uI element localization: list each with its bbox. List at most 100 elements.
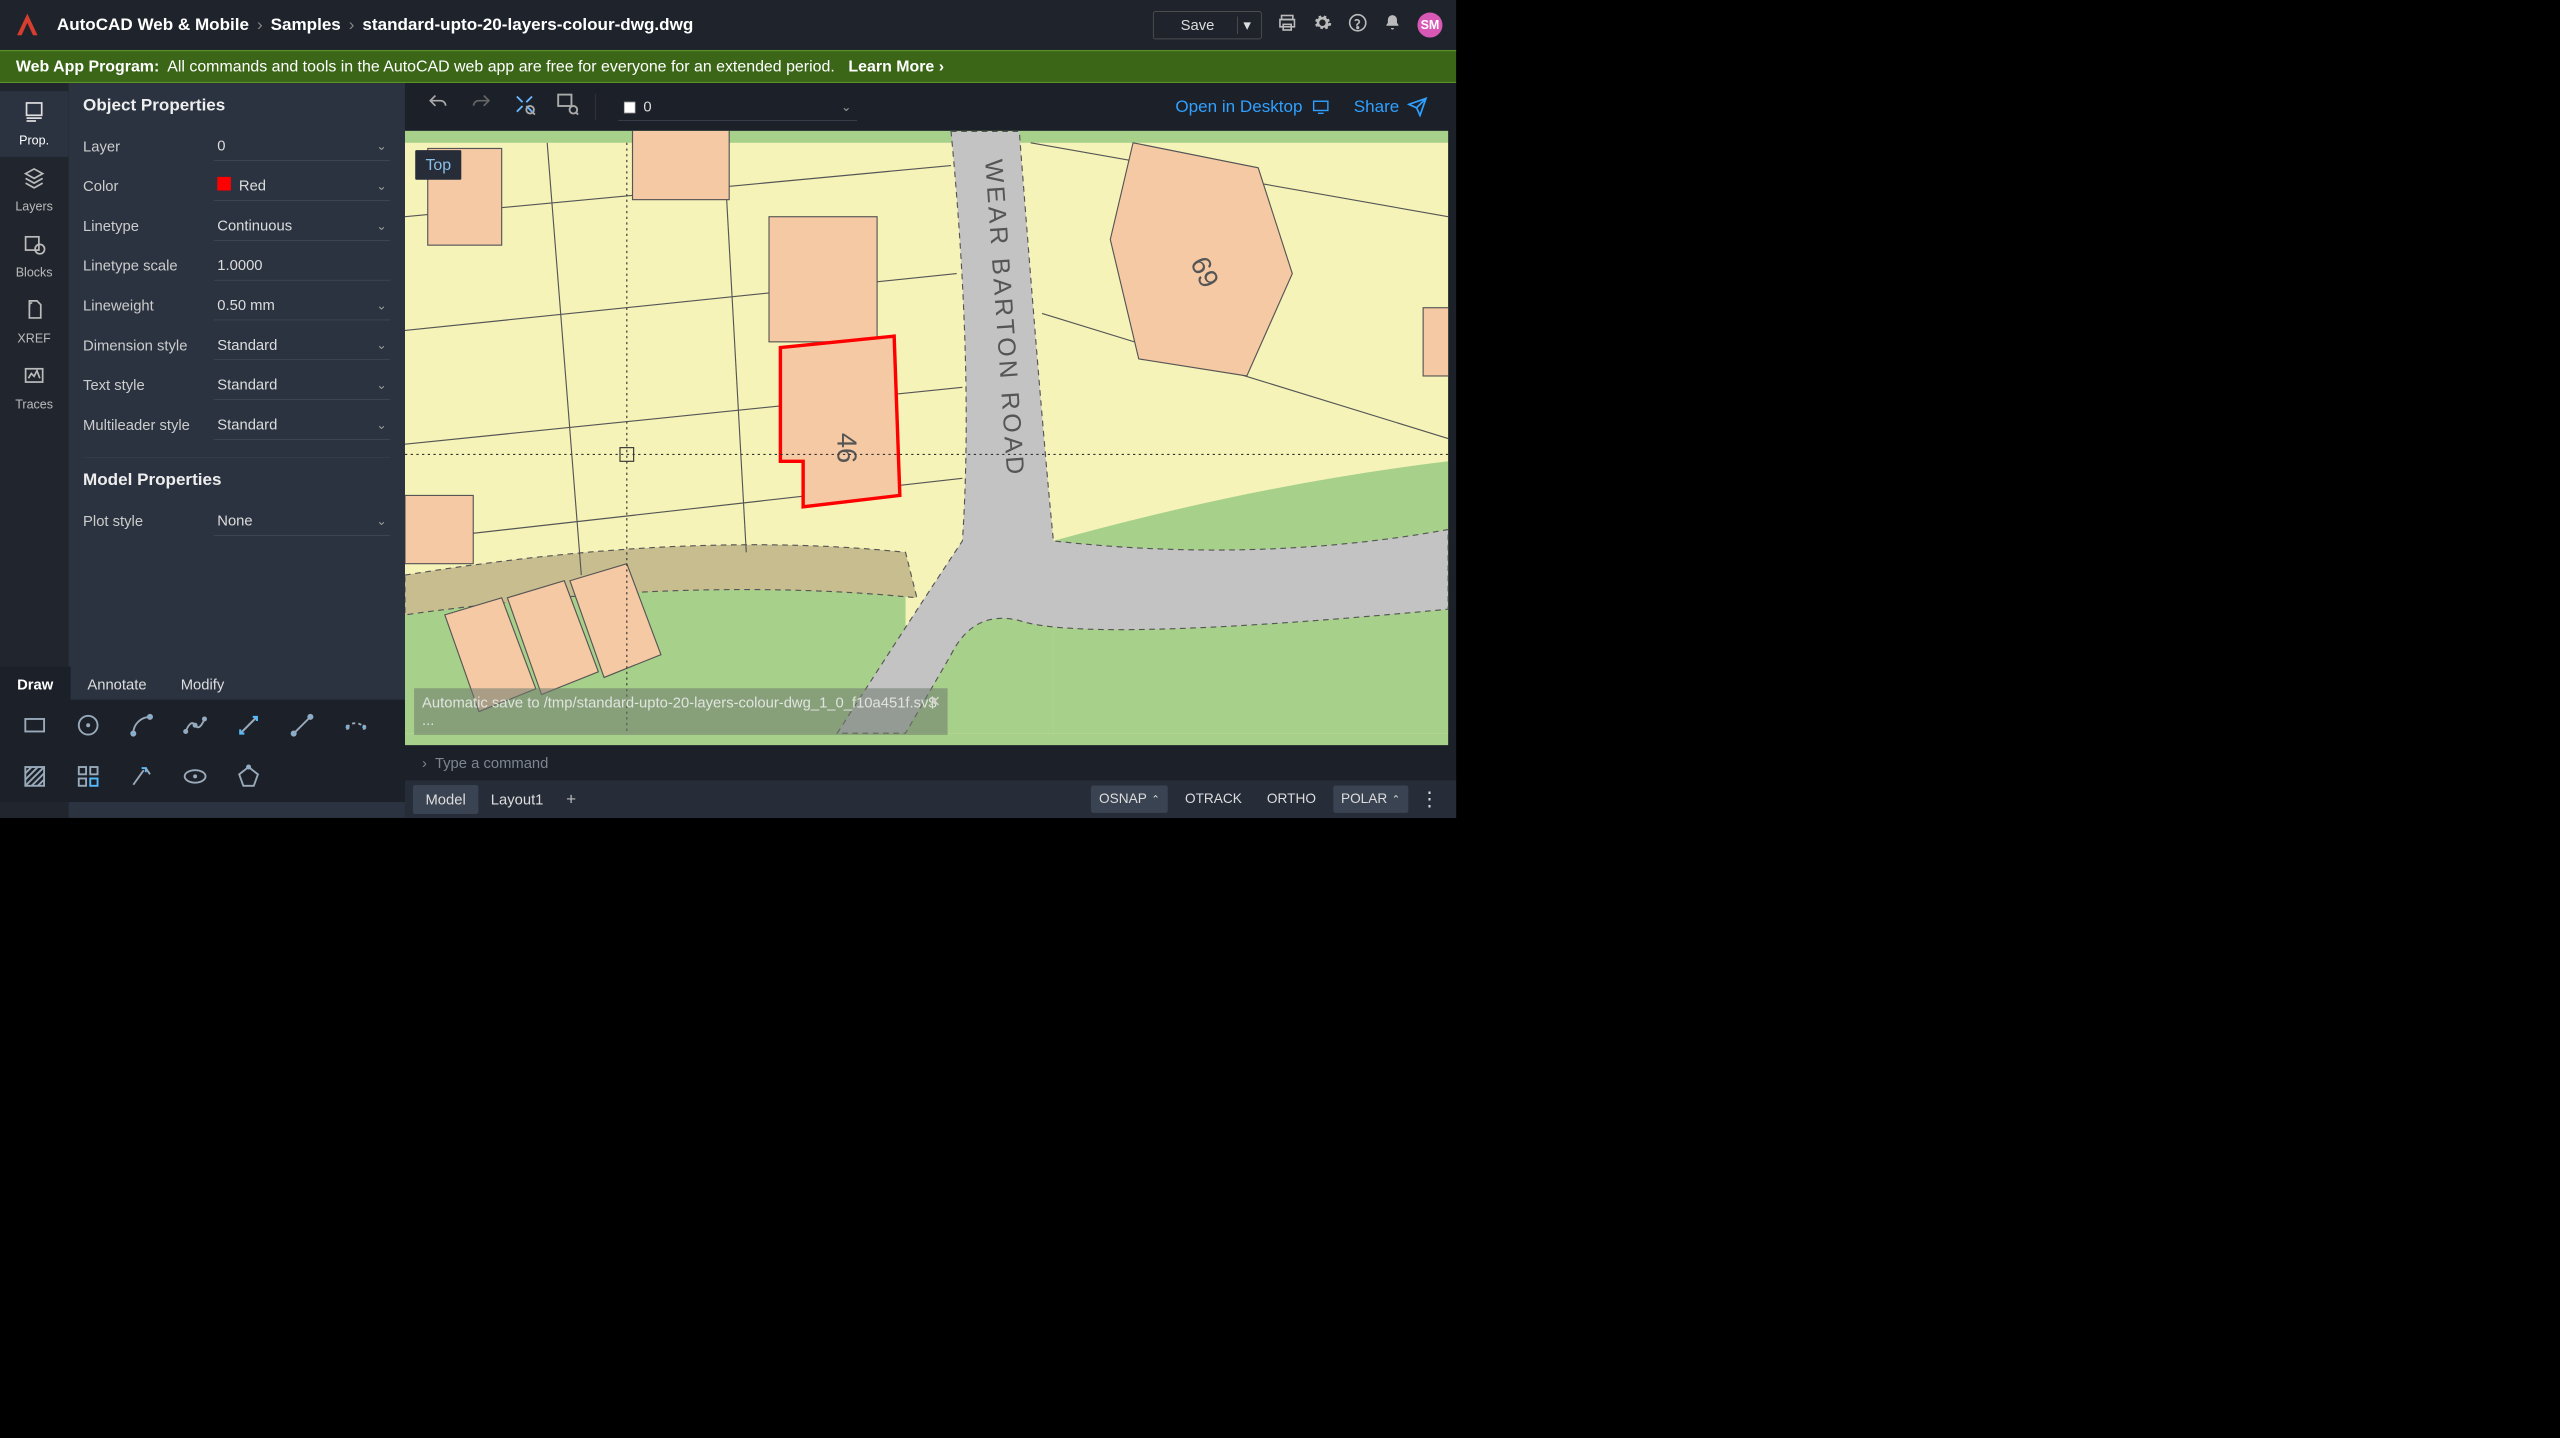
properties-panel: Object Properties Layer 0⌄ Color Red⌄ Li… [68,83,405,818]
rectangle-tool[interactable] [8,700,61,751]
chevron-down-icon: ⌄ [376,298,386,313]
breadcrumb-folder[interactable]: Samples [271,15,341,34]
prop-row-textstyle: Text style Standard⌄ [83,365,390,405]
line-tool[interactable] [275,700,328,751]
toggle-otrack[interactable]: OTRACK [1177,786,1250,813]
toggle-ortho[interactable]: ORTHO [1259,786,1324,813]
share-link[interactable]: Share [1354,97,1428,117]
rail-item-traces[interactable]: Traces [0,355,68,421]
breadcrumb-file[interactable]: standard-upto-20-layers-colour-dwg.dwg [362,15,693,34]
chevron-up-icon[interactable]: ⌃ [1392,793,1401,805]
tab-draw[interactable]: Draw [0,667,70,702]
save-dropdown[interactable]: ▾ [1237,16,1256,34]
rail-label: XREF [17,331,50,345]
chevron-right-icon: › [422,754,427,772]
prop-label: Plot style [83,512,214,530]
svg-text:46: 46 [831,433,862,463]
layer-dropdown[interactable]: 0⌄ [214,131,390,161]
hatch-tool[interactable] [8,751,61,802]
breadcrumb-root[interactable]: AutoCAD Web & Mobile [57,15,249,34]
color-dropdown[interactable]: Red⌄ [214,171,390,201]
chevron-down-icon: ⌄ [376,178,386,193]
drawing-viewport[interactable]: 46 69 WEAR BARTON ROAD Top ✕ Automatic s… [405,131,1448,745]
rail-item-layers[interactable]: Layers [0,157,68,223]
prop-row-mlstyle: Multileader style Standard⌄ [83,405,390,445]
drawing-svg: 46 69 WEAR BARTON ROAD [405,131,1448,745]
bell-icon[interactable] [1383,14,1401,37]
tab-annotate[interactable]: Annotate [70,667,163,702]
point-tool[interactable] [115,751,168,802]
command-placeholder: Type a command [435,754,548,772]
prop-label: Dimension style [83,336,214,354]
arc-tool[interactable] [115,700,168,751]
polygon-tool[interactable] [222,751,275,802]
prop-label: Multileader style [83,416,214,434]
current-layer-dropdown[interactable]: 0 ⌄ [618,93,857,120]
chevron-down-icon: ⌄ [376,377,386,392]
array-tool[interactable] [61,751,114,802]
command-line[interactable]: › Type a command [405,745,1456,780]
polyline-tool[interactable] [222,700,275,751]
viewcube-top[interactable]: Top [415,150,461,180]
canvas-area: 0 ⌄ Open in Desktop Share [405,83,1456,818]
revcloud-tool[interactable] [329,700,382,751]
prop-label: Lineweight [83,297,214,315]
rail-item-xref[interactable]: XREF [0,289,68,355]
chevron-down-icon: ⌄ [841,99,851,114]
print-icon[interactable] [1278,13,1297,37]
traces-icon [0,364,68,392]
open-in-desktop-link[interactable]: Open in Desktop [1175,97,1331,116]
dimstyle-dropdown[interactable]: Standard⌄ [214,330,390,360]
add-layout-button[interactable]: + [556,789,586,808]
bottom-bar: Model Layout1 + OSNAP⌃ OTRACK ORTHO POLA… [405,780,1456,818]
help-icon[interactable] [1348,13,1367,37]
properties-icon [0,100,68,128]
prop-label: Linetype [83,217,214,235]
tab-model[interactable]: Model [413,785,478,814]
ellipse-tool[interactable] [168,751,221,802]
plotstyle-dropdown[interactable]: None⌄ [214,506,390,536]
app-header: AutoCAD Web & Mobile › Samples › standar… [0,0,1456,50]
toggle-polar[interactable]: POLAR⌃ [1333,786,1408,813]
circle-tool[interactable] [61,700,114,751]
rail-label: Traces [15,397,53,411]
linetype-dropdown[interactable]: Continuous⌄ [214,211,390,241]
learn-more-link[interactable]: Learn More › [848,57,944,75]
mlstyle-dropdown[interactable]: Standard⌄ [214,410,390,440]
color-swatch [217,177,231,191]
rail-item-blocks[interactable]: Blocks [0,223,68,289]
prop-row-ltscale: Linetype scale 1.0000 [83,246,390,286]
tab-modify[interactable]: Modify [164,667,242,702]
prop-row-plotstyle: Plot style None⌄ [83,501,390,541]
prop-row-dimstyle: Dimension style Standard⌄ [83,325,390,365]
prop-label: Linetype scale [83,257,214,275]
xref-icon [0,298,68,326]
close-icon[interactable]: ✕ [928,693,940,711]
settings-icon[interactable] [1313,13,1332,37]
save-button[interactable]: Save ▾ [1153,11,1262,39]
autosave-toast: ✕ Automatic save to /tmp/standard-upto-2… [414,688,948,735]
user-avatar[interactable]: SM [1417,13,1442,38]
zoom-window-icon[interactable] [552,93,584,121]
tab-layout1[interactable]: Layout1 [478,785,556,814]
prop-row-lineweight: Lineweight 0.50 mm⌄ [83,286,390,326]
chevron-right-icon: › [349,15,355,34]
rail-item-prop[interactable]: Prop. [0,91,68,157]
banner-body: All commands and tools in the AutoCAD we… [167,57,835,75]
prop-label: Layer [83,137,214,155]
undo-icon[interactable] [422,94,454,120]
chevron-up-icon[interactable]: ⌃ [1151,793,1160,805]
more-menu-icon[interactable]: ⋮ [1408,788,1439,811]
prop-label: Color [83,177,214,195]
toggle-osnap[interactable]: OSNAP⌃ [1091,786,1168,813]
header-actions: Save ▾ SM [1153,11,1443,39]
tool-category-tabs: Draw Annotate Modify [0,667,405,702]
object-properties-title: Object Properties [83,96,390,115]
textstyle-dropdown[interactable]: Standard⌄ [214,370,390,400]
lineweight-dropdown[interactable]: 0.50 mm⌄ [214,291,390,321]
redo-icon[interactable] [465,94,497,120]
ltscale-input[interactable]: 1.0000 [214,251,390,281]
zoom-extents-icon[interactable] [509,93,541,121]
spline-tool[interactable] [168,700,221,751]
chevron-down-icon: ⌄ [376,513,386,528]
